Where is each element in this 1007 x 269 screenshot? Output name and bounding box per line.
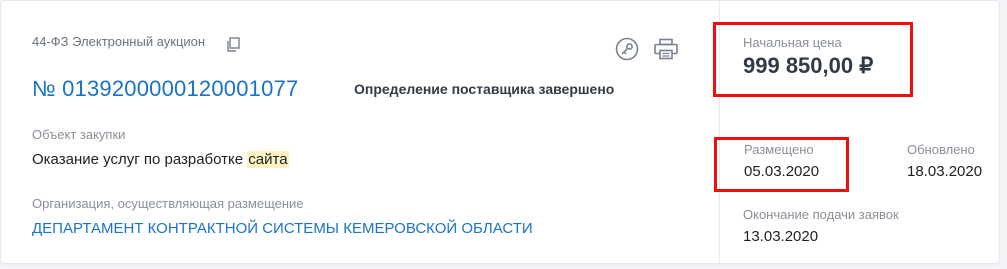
object-label: Объект закупки [32,127,126,142]
updated-date: 18.03.2020 [907,163,983,180]
law-type-label: 44-ФЗ Электронный аукцион [32,34,206,49]
organization-link[interactable]: ДЕПАРТАМЕНТ КОНТРАКТНОЙ СИСТЕМЫ КЕМЕРОВС… [32,220,533,237]
object-value-text: Оказание услуг по разработке [32,151,248,168]
updated-label: Обновлено [907,142,975,157]
search-highlight: сайта [247,151,289,168]
annotation-box-price [713,22,913,97]
printer-icon[interactable] [653,38,679,60]
deadline-label: Окончание подачи заявок [743,207,899,222]
annotation-box-placed [714,137,849,192]
key-icon[interactable] [615,37,639,61]
status-text: Определение поставщика завершено [354,81,615,97]
deadline-date: 13.03.2020 [743,228,819,245]
purchase-number-link[interactable]: № 0139200000120001077 [32,76,298,102]
copy-icon[interactable] [225,37,241,53]
object-value: Оказание услуг по разработке сайта [32,151,289,168]
organization-label: Организация, осуществляющая размещение [32,196,304,211]
